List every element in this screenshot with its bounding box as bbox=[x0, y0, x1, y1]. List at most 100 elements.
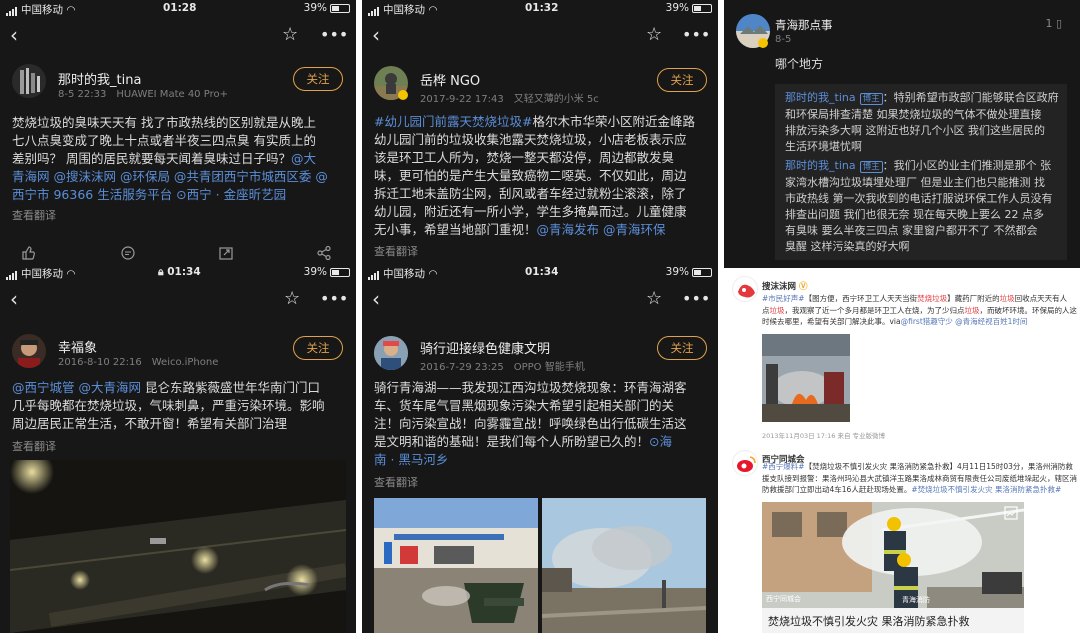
text-line: 幼儿园，附近还有一所小学，学生多掩鼻而过。儿童健康 bbox=[374, 203, 714, 221]
mention-link[interactable]: 南 · 黑马河乡 bbox=[374, 452, 448, 467]
username[interactable]: 那时的我_tina bbox=[58, 69, 141, 88]
star-icon[interactable]: ☆ bbox=[284, 286, 300, 312]
battery-icon bbox=[330, 267, 350, 277]
carrier-label: 中国移动 bbox=[21, 4, 63, 16]
post-meta: 2016-8-10 22:16 Weico.iPhone bbox=[58, 357, 218, 368]
video-badge-icon bbox=[1004, 506, 1018, 520]
weibo-photo-firefighters[interactable]: 青海消防 西宁同城会 bbox=[762, 502, 1024, 608]
mention-link[interactable]: 西宁市 96366 生活服务平台 ⊙西宁 · 金座昕艺园 bbox=[12, 187, 286, 202]
follow-button[interactable]: 关注 bbox=[657, 336, 707, 360]
text-segment: 车、货车尾气冒黑烟现象污染大希望引起相关部门的关 bbox=[374, 398, 675, 413]
like-count[interactable]: 1 ▯ bbox=[1045, 17, 1062, 30]
like-count-value: 1 bbox=[1045, 17, 1053, 30]
brand-logo-icon bbox=[738, 284, 755, 298]
more-icon[interactable]: ••• bbox=[682, 286, 710, 312]
text-segment: 幼儿园，附近还有一所小学，学生多掩鼻而过。儿童健康 bbox=[374, 204, 687, 219]
text-segment: 】藏药厂附近的 bbox=[947, 294, 1000, 303]
mention-link[interactable]: #幼儿园门前露天焚烧垃圾# bbox=[374, 114, 532, 129]
avatar-image bbox=[18, 340, 40, 368]
follow-button[interactable]: 关注 bbox=[293, 336, 343, 360]
reply-author[interactable]: 那时的我_tina bbox=[785, 91, 856, 104]
reply-item[interactable]: 那时的我_tina 博主 ：特别希望市政部门能够联合区政府 和环保局排查清楚 如果焚烧… bbox=[785, 90, 1059, 155]
clock: 01:32 bbox=[525, 2, 559, 14]
topic-link[interactable]: #西宁爆料# bbox=[762, 462, 805, 471]
star-icon[interactable]: ☆ bbox=[282, 22, 298, 48]
avatar[interactable] bbox=[732, 450, 758, 476]
text-line: 援支队接到报警：果洛州玛沁县大武镇洋玉路果洛成林商贸有限责任公司废纸堆垛起火，辖… bbox=[762, 473, 1077, 485]
comment-icon[interactable] bbox=[120, 245, 136, 261]
reply-line: 生活环境堪忧啊 bbox=[785, 139, 1059, 155]
avatar[interactable] bbox=[732, 276, 758, 302]
star-icon[interactable]: ☆ bbox=[646, 286, 662, 312]
translate-link[interactable]: 查看翻译 bbox=[374, 474, 418, 490]
reply-line: 有臭味 要么半夜三四点 家里窗户都开不了 不然都会 bbox=[785, 223, 1059, 239]
mention-link[interactable]: ⊙海 bbox=[649, 434, 672, 449]
back-icon[interactable]: ‹ bbox=[372, 286, 380, 312]
back-icon[interactable]: ‹ bbox=[372, 22, 380, 48]
wifi-icon: ◠ bbox=[66, 268, 76, 280]
text-line: 时候去哪里，希望有关部门解决此事。via@first猎趣守少 @青海经视百姓1时… bbox=[762, 316, 1076, 328]
battery-icon bbox=[330, 3, 350, 13]
status-bar: 中国移动 ◠ 01:32 39% bbox=[362, 0, 718, 18]
weibo-author[interactable]: 搜沫沫网 Ⓥ bbox=[762, 280, 808, 292]
post-photo-night-street[interactable] bbox=[10, 460, 346, 633]
mention-link[interactable]: @青海发布 @青海环保 bbox=[537, 222, 666, 237]
username[interactable]: 岳桦 NGO bbox=[420, 70, 480, 89]
repost-icon[interactable] bbox=[218, 245, 234, 261]
author-badge: 博主 bbox=[859, 93, 883, 105]
username[interactable]: 骑行迎接绿色健康文明 bbox=[420, 338, 550, 357]
link-card-title[interactable]: 焚烧垃圾不慎引发火灾 果洛消防紧急扑救 bbox=[762, 608, 1024, 633]
battery-icon bbox=[692, 3, 712, 13]
translate-link[interactable]: 查看翻译 bbox=[374, 243, 418, 259]
more-icon[interactable]: ••• bbox=[320, 286, 348, 312]
share-icon[interactable] bbox=[316, 245, 332, 261]
post-photo-dumpster[interactable] bbox=[374, 498, 538, 633]
reply-author[interactable]: 那时的我_tina bbox=[785, 159, 856, 172]
clock-value: 01:34 bbox=[167, 266, 201, 278]
post-photo-smoke[interactable] bbox=[542, 498, 706, 633]
weibo-photo-fire[interactable] bbox=[762, 334, 850, 422]
avatar[interactable] bbox=[12, 64, 46, 98]
reply-text: 家湾水槽沟垃圾填埋处理厂 但是业主们也只能推测 找 bbox=[785, 176, 1045, 189]
text-segment: 是文明和谐的基础！是我们每个人所盼望已久的！ bbox=[374, 434, 650, 449]
status-bar: 中国移动 ◠ 🔒︎ 01:34 39% bbox=[0, 264, 356, 282]
reply-text: ：我们小区的业主们推测是那个 张 bbox=[882, 159, 1052, 172]
text-line: 几乎每晚都在焚烧垃圾，气味刺鼻，严重污染环境。影响 bbox=[12, 397, 352, 415]
mention-link[interactable]: @大 bbox=[291, 151, 316, 166]
reply-text: 市政热线 第一次我收到的电话打服说环保工作人员没有 bbox=[785, 192, 1053, 205]
reply-item[interactable]: 那时的我_tina 博主 ：我们小区的业主们推测是那个 张家湾水槽沟垃圾填埋处理厂 … bbox=[785, 158, 1059, 255]
reply-text: 和环保局排查清楚 如果焚烧垃圾的气体不做处理直接 bbox=[785, 108, 1042, 121]
comment-author[interactable]: 青海那点事 bbox=[775, 17, 833, 33]
more-icon[interactable]: ••• bbox=[682, 22, 710, 48]
carrier-label: 中国移动 bbox=[383, 268, 425, 280]
panel-weibo-repost-1: 搜沫沫网 Ⓥ #市民好声#【图方便，西宁环卫工人天天当街焚烧垃圾】藏药厂附近的垃… bbox=[724, 268, 1080, 444]
mention-link[interactable]: 青海网 @搜沫沫网 @环保局 @共青团西宁市城西区委 @ bbox=[12, 169, 328, 184]
translate-link[interactable]: 查看翻译 bbox=[12, 207, 56, 223]
translate-link[interactable]: 查看翻译 bbox=[12, 438, 56, 454]
topic-link[interactable]: #市民好声# bbox=[762, 294, 805, 303]
avatar[interactable] bbox=[374, 336, 408, 370]
post-time: 2016-7-29 23:25 bbox=[420, 362, 504, 373]
username[interactable]: 幸福象 bbox=[58, 337, 97, 356]
topic-link[interactable]: @first猎趣守少 @青海经视百姓1时间 bbox=[901, 317, 1028, 326]
text-line: 南 · 黑马河乡 bbox=[374, 451, 714, 469]
more-icon[interactable]: ••• bbox=[320, 22, 348, 48]
back-icon[interactable]: ‹ bbox=[10, 22, 18, 48]
text-line: 无小事，希望当地部门重视！@青海发布 @青海环保 bbox=[374, 221, 714, 239]
reply-text: 排放污染多大啊 这附近也好几个小区 我们这些居民的 bbox=[785, 124, 1045, 137]
like-icon[interactable] bbox=[20, 245, 36, 261]
weibo-text: #市民好声#【图方便，西宁环卫工人天天当街焚烧垃圾】藏药厂附近的垃圾回收点天天有… bbox=[762, 293, 1077, 328]
post-device: OPPO 智能手机 bbox=[513, 362, 585, 373]
avatar[interactable] bbox=[12, 334, 46, 368]
follow-button[interactable]: 关注 bbox=[293, 67, 343, 91]
text-line: 差别吗？ 周围的居民就要每天闻着臭味过日子吗？@大 bbox=[12, 150, 352, 168]
back-icon[interactable]: ‹ bbox=[10, 286, 18, 312]
text-segment: 焚烧垃圾的臭味天天有 找了市政热线的区别就是从晚上 bbox=[12, 115, 316, 130]
mention-link[interactable]: @西宁城管 @大青海网 bbox=[12, 380, 141, 395]
follow-button[interactable]: 关注 bbox=[657, 68, 707, 92]
battery-percent: 39% bbox=[303, 2, 327, 14]
highlight-keyword: 垃圾 bbox=[964, 305, 980, 315]
topic-link[interactable]: #焚烧垃圾不慎引发火灾 果洛消防紧急扑救# bbox=[911, 485, 1061, 494]
star-icon[interactable]: ☆ bbox=[646, 22, 662, 48]
image-watermark: 西宁同城会 bbox=[766, 595, 801, 603]
